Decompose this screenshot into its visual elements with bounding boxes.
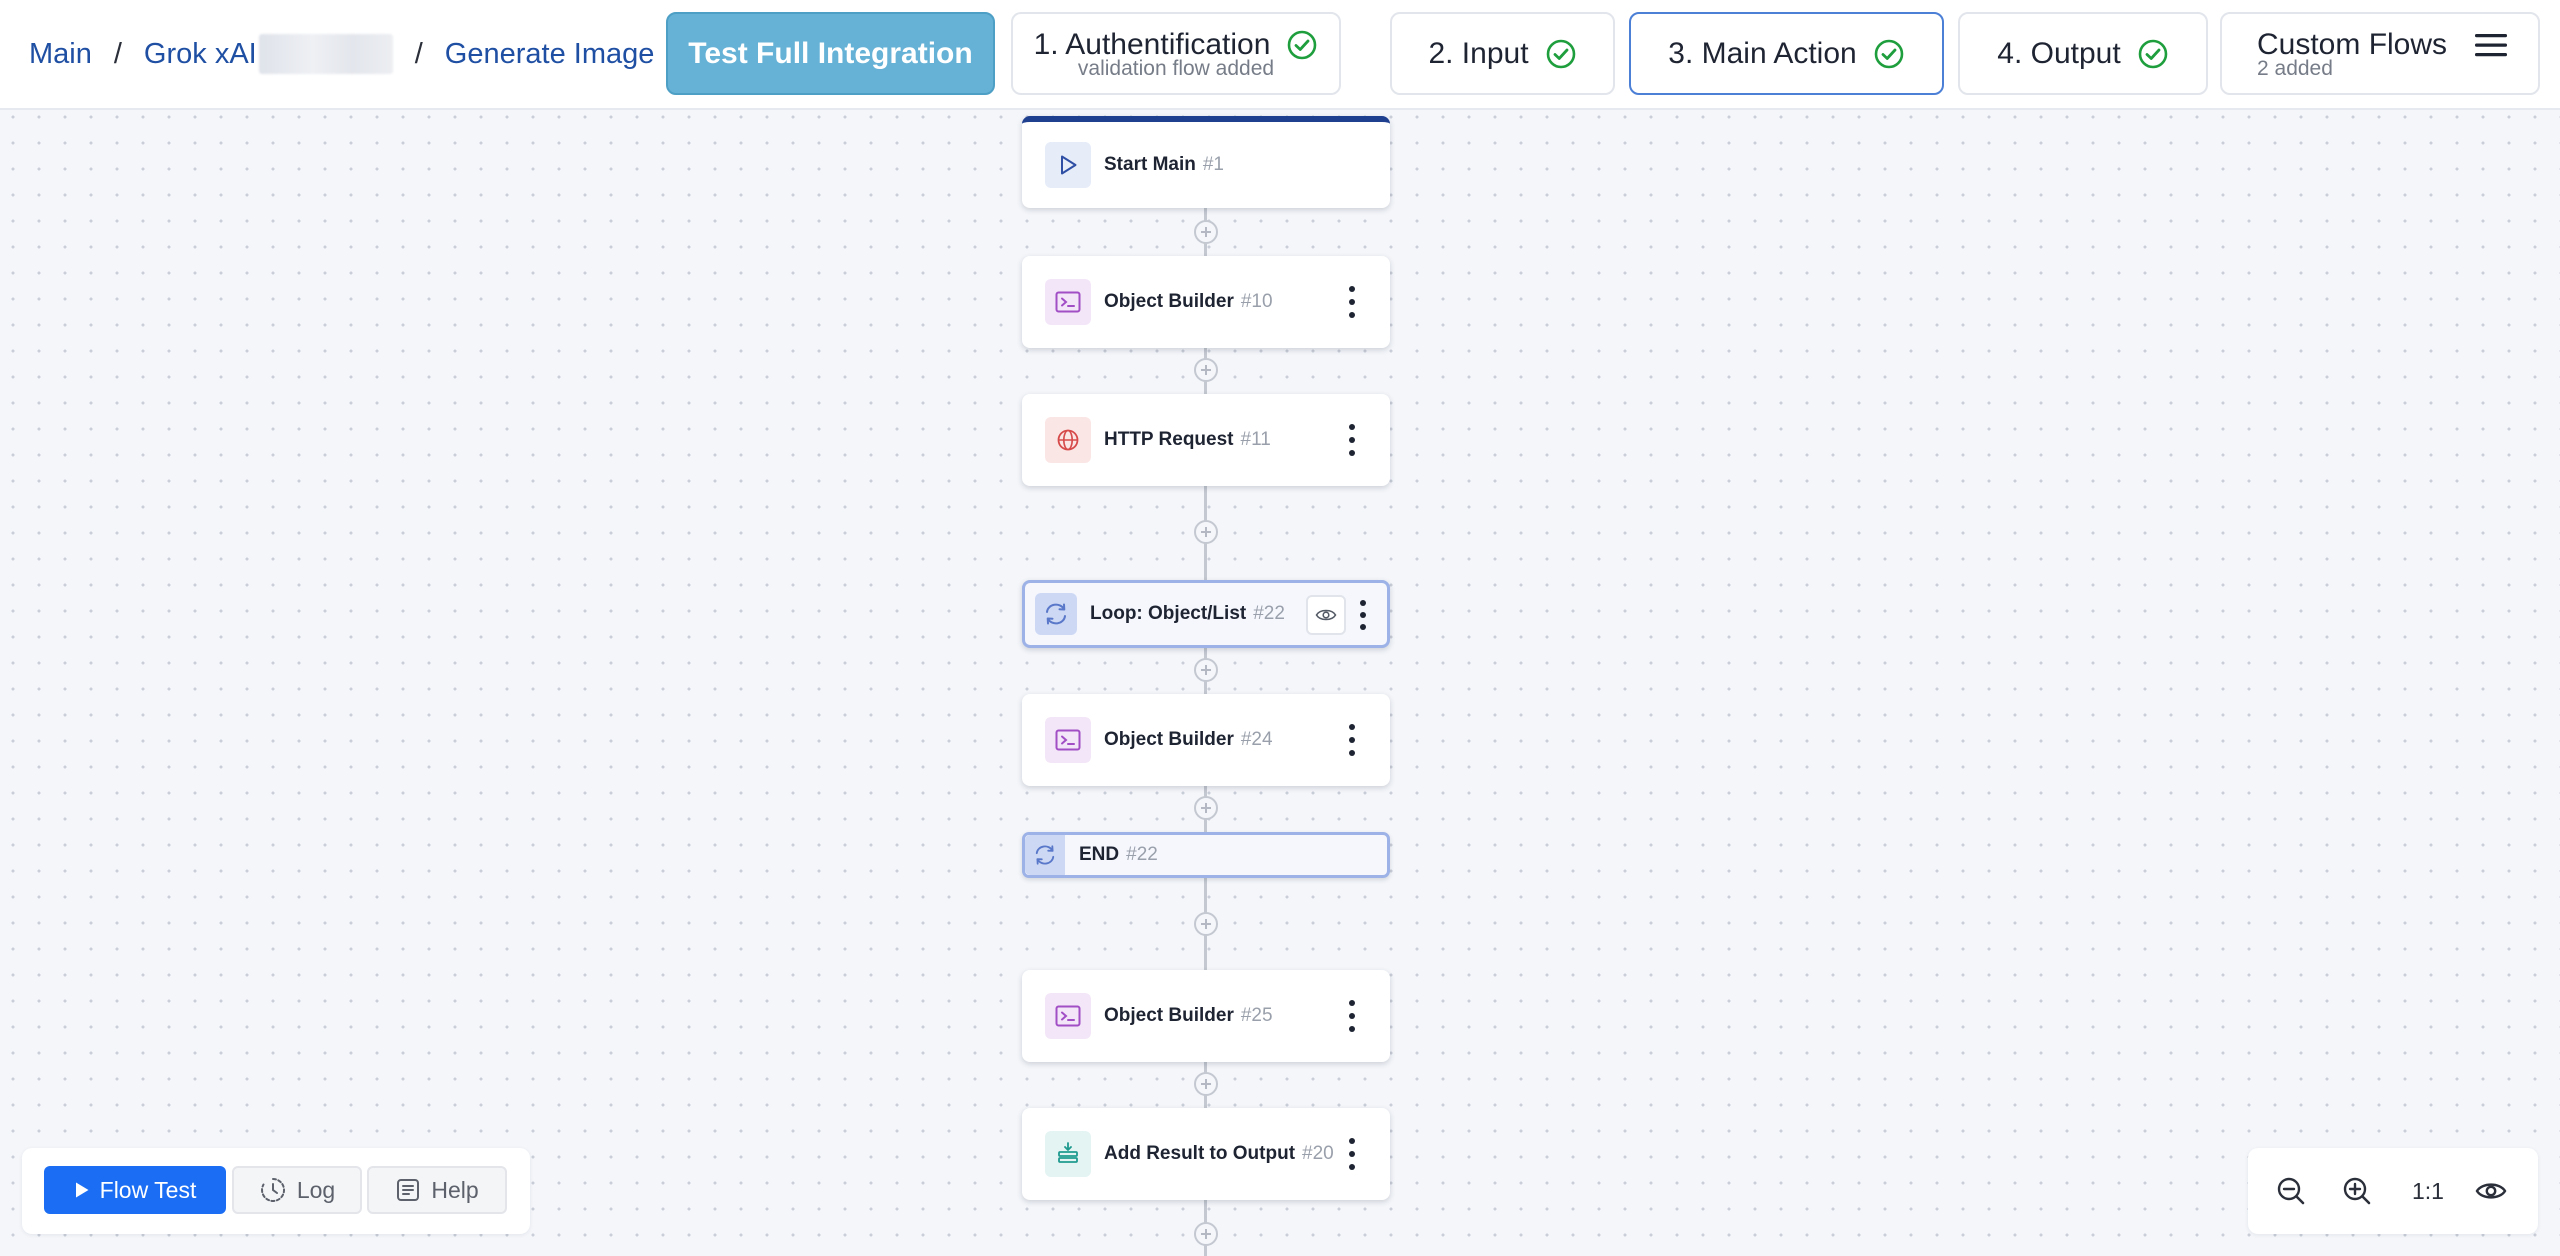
- add-step-icon[interactable]: [1194, 220, 1218, 244]
- flow-node-http-request-11[interactable]: HTTP Request #11: [1022, 394, 1390, 486]
- node-number: #1: [1202, 154, 1224, 175]
- loop-icon: [1035, 593, 1077, 635]
- tab-sublabel: 2 added: [2257, 56, 2333, 80]
- breadcrumb-main[interactable]: Main: [29, 38, 92, 71]
- node-name: END: [1079, 844, 1120, 865]
- terminal-icon: [1045, 717, 1091, 763]
- add-step-icon[interactable]: [1194, 520, 1218, 544]
- node-number: #22: [1253, 603, 1285, 624]
- document-icon: [397, 1179, 420, 1201]
- add-step-icon[interactable]: [1194, 796, 1218, 820]
- loop-icon: [1025, 835, 1065, 875]
- tab-sublabel: validation flow added: [1077, 56, 1275, 80]
- top-header: Main / Grok xAI / Generate Image Test Fu…: [0, 0, 2560, 110]
- zoom-reset-button[interactable]: 1:1: [2398, 1168, 2458, 1214]
- history-icon: [260, 1178, 285, 1202]
- tab-label: 2. Input: [1428, 36, 1529, 70]
- log-button[interactable]: Log: [232, 1166, 362, 1214]
- more-options-icon[interactable]: [1348, 424, 1356, 456]
- test-full-integration-button[interactable]: Test Full Integration: [666, 12, 995, 95]
- help-label: Help: [431, 1176, 479, 1203]
- add-step-icon[interactable]: [1194, 658, 1218, 682]
- flow-node-loop-22[interactable]: Loop: Object/List #22: [1022, 580, 1390, 648]
- tab-authentification[interactable]: 1. Authentification validation flow adde…: [1011, 12, 1341, 95]
- check-circle-icon: [2138, 39, 2168, 68]
- eye-icon[interactable]: [1306, 595, 1346, 635]
- flow-test-label: Flow Test: [99, 1176, 197, 1203]
- add-step-icon[interactable]: [1194, 358, 1218, 382]
- node-name: Object Builder: [1104, 291, 1234, 312]
- breadcrumb-integration[interactable]: Grok xAI: [144, 38, 257, 71]
- add-step-icon[interactable]: [1194, 1222, 1218, 1246]
- terminal-icon: [1045, 993, 1091, 1039]
- check-circle-icon: [1546, 39, 1575, 68]
- add-step-icon[interactable]: [1194, 1072, 1218, 1096]
- preview-button[interactable]: [2468, 1168, 2514, 1214]
- zoom-out-icon: [2277, 1177, 2305, 1205]
- eye-icon: [2475, 1183, 2507, 1199]
- stack-add-icon: [1045, 1131, 1091, 1177]
- node-name: HTTP Request: [1104, 429, 1234, 450]
- tab-custom-flows[interactable]: Custom Flows 2 added: [2220, 12, 2540, 95]
- zoom-toolbar: 1:1: [2248, 1148, 2538, 1234]
- node-number: #20: [1302, 1143, 1334, 1164]
- zoom-out-button[interactable]: [2268, 1168, 2314, 1214]
- tab-label: 3. Main Action: [1668, 36, 1857, 70]
- node-number: #22: [1126, 844, 1158, 865]
- hamburger-menu-icon[interactable]: [2473, 30, 2509, 60]
- bottom-left-toolbar: Flow Test Log Help: [22, 1148, 530, 1234]
- tab-input[interactable]: 2. Input: [1390, 12, 1615, 95]
- node-number: #25: [1240, 1005, 1273, 1026]
- more-options-icon[interactable]: [1348, 286, 1356, 318]
- add-step-icon[interactable]: [1194, 912, 1218, 936]
- flow-node-object-builder-24[interactable]: Object Builder #24: [1022, 694, 1390, 786]
- flow-node-object-builder-10[interactable]: Object Builder #10: [1022, 256, 1390, 348]
- node-name: Loop: Object/List: [1090, 603, 1247, 624]
- node-number: #24: [1240, 729, 1273, 750]
- breadcrumb-action[interactable]: Generate Image: [445, 38, 655, 71]
- tab-label: 4. Output: [1997, 36, 2121, 70]
- node-number: #10: [1240, 291, 1273, 312]
- zoom-in-button[interactable]: [2334, 1168, 2380, 1214]
- breadcrumb-separator: /: [113, 37, 122, 70]
- more-options-icon[interactable]: [1359, 600, 1367, 630]
- node-name: Start Main: [1104, 154, 1196, 175]
- log-label: Log: [296, 1176, 336, 1203]
- check-circle-icon: [1288, 30, 1317, 59]
- redacted-text: [258, 34, 393, 74]
- node-name: Add Result to Output: [1104, 1143, 1296, 1164]
- flow-node-start-main[interactable]: Start Main #1: [1022, 116, 1390, 208]
- zoom-in-icon: [2343, 1177, 2371, 1205]
- breadcrumb: Main / Grok xAI / Generate Image: [29, 34, 654, 74]
- more-options-icon[interactable]: [1348, 1000, 1356, 1032]
- tab-main-action[interactable]: 3. Main Action: [1629, 12, 1944, 95]
- tab-output[interactable]: 4. Output: [1958, 12, 2208, 95]
- terminal-icon: [1045, 279, 1091, 325]
- flow-node-add-result-20[interactable]: Add Result to Output #20: [1022, 1108, 1390, 1200]
- check-circle-icon: [1874, 39, 1904, 68]
- globe-icon: [1045, 417, 1091, 463]
- flow-node-end-22[interactable]: END #22: [1022, 832, 1390, 878]
- play-icon: [1045, 142, 1091, 188]
- node-name: Object Builder: [1104, 1005, 1234, 1026]
- play-icon: [75, 1182, 89, 1198]
- help-button[interactable]: Help: [367, 1166, 507, 1214]
- more-options-icon[interactable]: [1348, 724, 1356, 756]
- node-number: #11: [1240, 429, 1271, 450]
- more-options-icon[interactable]: [1348, 1138, 1356, 1170]
- flow-test-button[interactable]: Flow Test: [44, 1166, 226, 1214]
- breadcrumb-separator: /: [414, 37, 423, 70]
- node-name: Object Builder: [1104, 729, 1234, 750]
- flow-node-object-builder-25[interactable]: Object Builder #25: [1022, 970, 1390, 1062]
